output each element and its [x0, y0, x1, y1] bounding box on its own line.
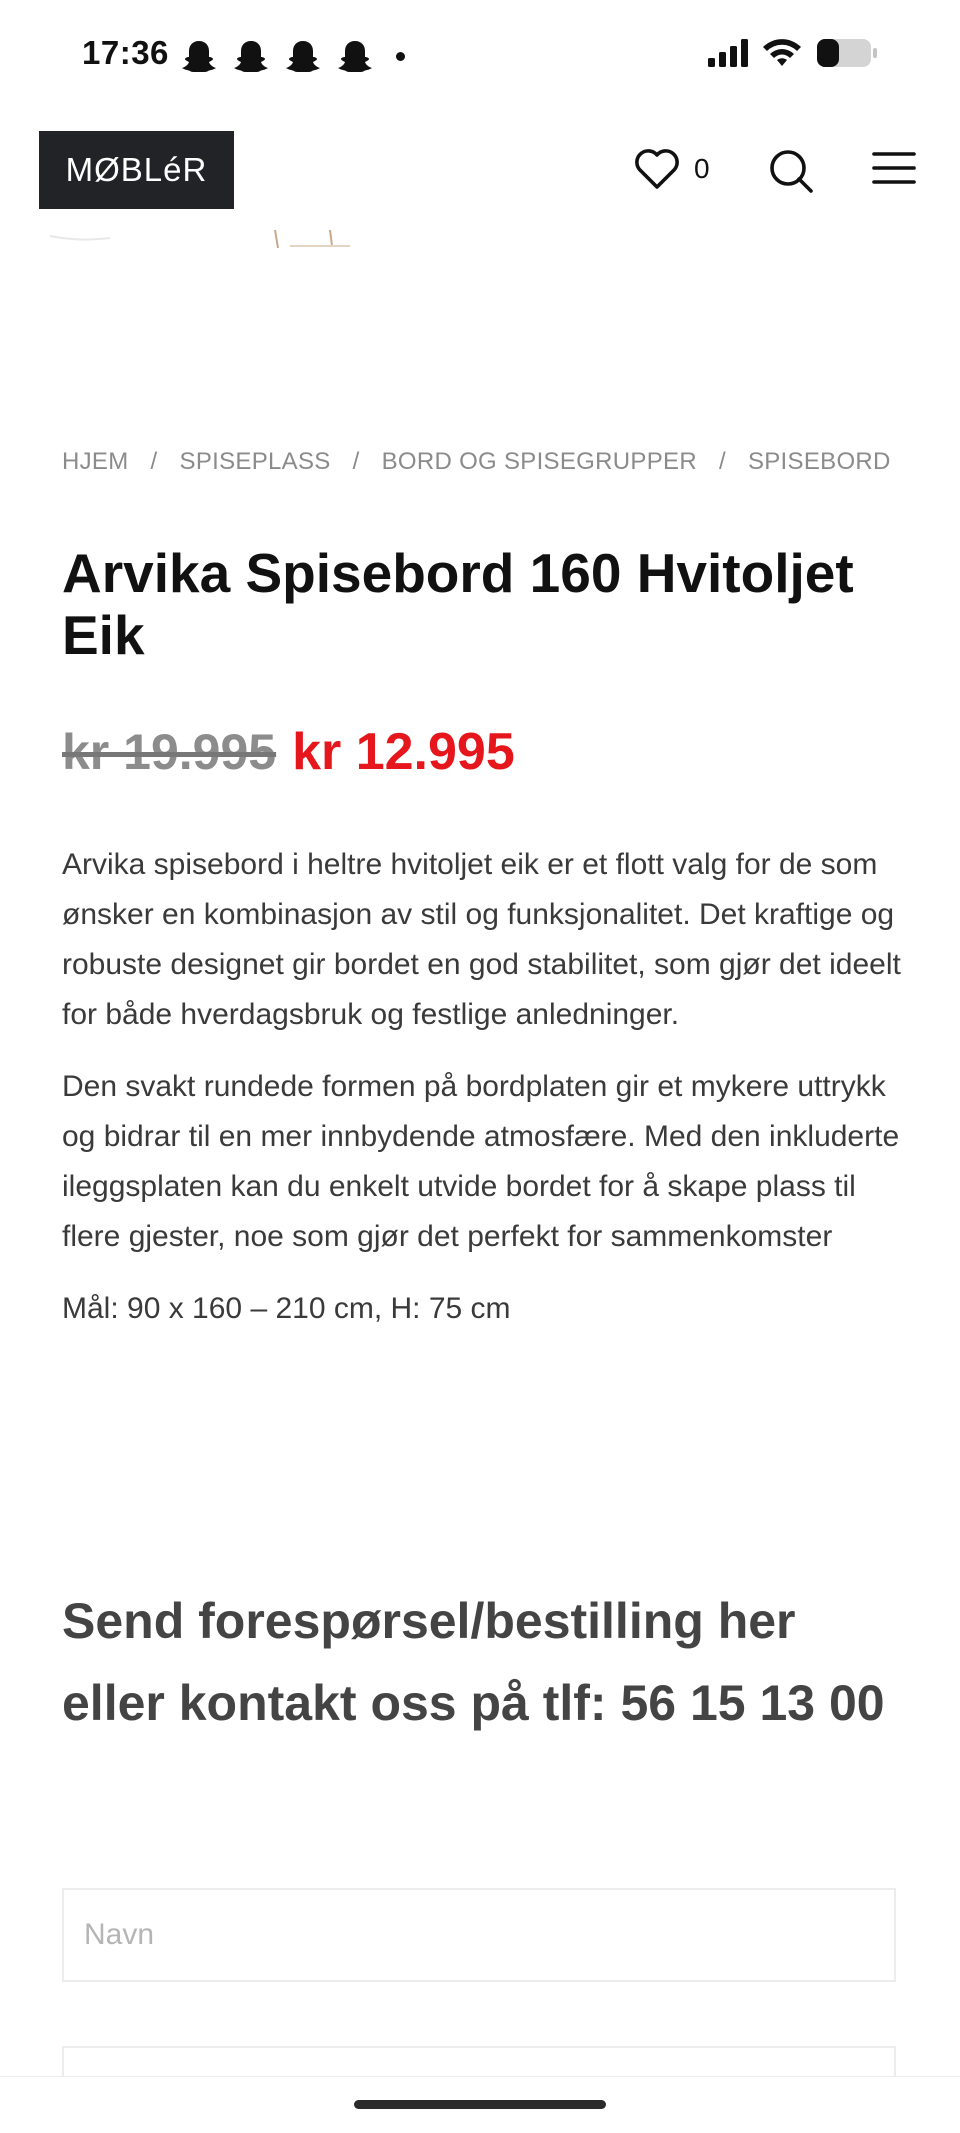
- wishlist-button[interactable]: 0: [634, 148, 710, 190]
- snapchat-icon: [338, 41, 372, 72]
- snapchat-icon: [286, 41, 320, 72]
- breadcrumb-separator: /: [352, 448, 360, 475]
- product-title: Arvika Spisebord 160 Hvitoljet Eik: [62, 542, 854, 666]
- status-bar: 17:36: [0, 0, 960, 110]
- inquiry-form-heading: Send forespørsel/bestilling her eller ko…: [62, 1593, 885, 1731]
- menu-button[interactable]: [872, 150, 916, 191]
- description-paragraph: Arvika spisebord i heltre hvitoljet eik …: [62, 848, 901, 1031]
- status-time: 17:36: [82, 34, 169, 71]
- breadcrumb-home[interactable]: HJEM: [62, 448, 129, 476]
- site-header: MØBLéR 0: [0, 110, 960, 240]
- sale-price: kr 12.995: [292, 723, 515, 781]
- description-paragraph: Den svakt rundede formen på bordplaten g…: [62, 1070, 900, 1253]
- search-icon: [770, 150, 813, 193]
- breadcrumb-spisebord[interactable]: SPISEBORD: [748, 448, 891, 476]
- wifi-icon: [763, 39, 801, 66]
- system-icons: [708, 38, 878, 68]
- product-image-edge: [49, 229, 350, 249]
- breadcrumb-separator: /: [150, 448, 158, 475]
- name-field[interactable]: [62, 1888, 896, 1982]
- product-price: kr 19.995 kr 12.995: [62, 722, 515, 782]
- breadcrumb-spiseplass[interactable]: SPISEPLASS: [180, 448, 331, 476]
- name-input[interactable]: [64, 1890, 894, 1980]
- more-notifications-dot: [396, 51, 405, 61]
- wishlist-count: 0: [694, 153, 710, 184]
- breadcrumb: HJEM / SPISEPLASS / BORD OG SPISEGRUPPER…: [62, 448, 891, 476]
- product-image-remnant: [0, 229, 960, 260]
- breadcrumb-separator: /: [718, 448, 726, 475]
- product-dimensions: Mål: 90 x 160 – 210 cm, H: 75 cm: [62, 1292, 511, 1325]
- old-price: kr 19.995: [62, 724, 277, 780]
- heart-icon: [635, 149, 679, 189]
- notification-icons: [180, 38, 405, 74]
- site-logo[interactable]: MØBLéR: [39, 131, 234, 209]
- breadcrumb-bord-og-spisegrupper[interactable]: BORD OG SPISEGRUPPER: [382, 448, 697, 476]
- menu-icon: [872, 152, 916, 184]
- signal-icon: [708, 39, 748, 67]
- search-button[interactable]: [768, 148, 814, 199]
- snapchat-icon: [182, 41, 216, 72]
- snapchat-icon: [234, 41, 268, 72]
- home-indicator[interactable]: [354, 2100, 606, 2109]
- battery-icon: [817, 39, 877, 67]
- product-description: Arvika spisebord i heltre hvitoljet eik …: [62, 840, 912, 1356]
